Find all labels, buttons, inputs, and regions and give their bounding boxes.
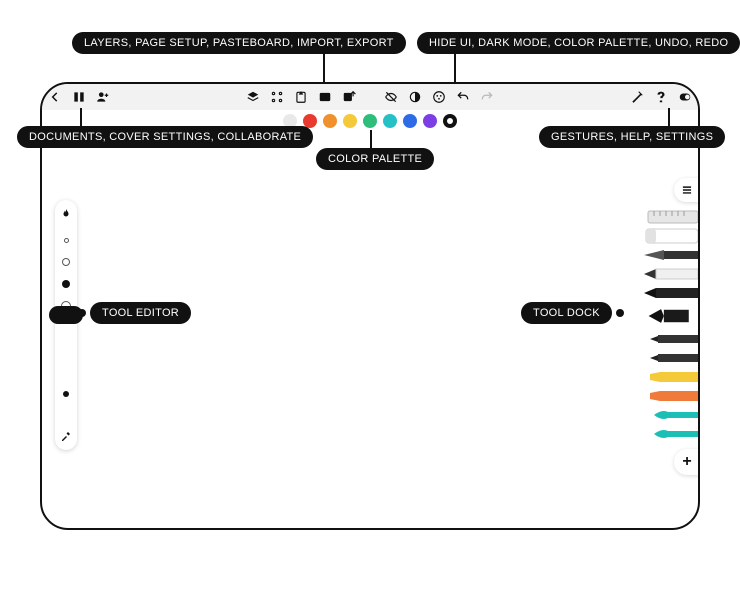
leader-dot [616, 309, 624, 317]
swatch-green[interactable] [363, 114, 377, 128]
leader [80, 108, 82, 126]
documents-icon[interactable] [72, 90, 86, 104]
dock-tab[interactable] [674, 178, 700, 202]
callout-color-palette: COLOR PALETTE [316, 148, 434, 170]
tool-editor-panel [55, 200, 77, 450]
pencil-dark-tool[interactable] [642, 284, 698, 302]
brush-teal2-tool[interactable] [652, 425, 698, 443]
callout-tool-editor: TOOL EDITOR [90, 302, 191, 324]
fineliner-tool[interactable] [648, 330, 698, 348]
swatch-blue[interactable] [403, 114, 417, 128]
plus-icon: + [682, 453, 691, 471]
dark-mode-icon[interactable] [408, 90, 422, 104]
fineliner2-tool[interactable] [648, 349, 698, 367]
callout-right-group: GESTURES, HELP, SETTINGS [539, 126, 725, 148]
slider-dot[interactable] [60, 388, 72, 400]
leader [668, 108, 670, 126]
knife-tool[interactable] [642, 246, 698, 264]
leader [323, 54, 325, 84]
size-1[interactable] [60, 234, 72, 246]
color-palette [283, 114, 457, 128]
add-tool-button[interactable]: + [674, 449, 700, 475]
brush-teal-tool[interactable] [652, 406, 698, 424]
swatch-purple[interactable] [423, 114, 437, 128]
gestures-icon[interactable] [630, 90, 644, 104]
import-icon[interactable] [318, 90, 332, 104]
pasteboard-icon[interactable] [294, 90, 308, 104]
toolbar-left-group [48, 90, 110, 104]
toolbar-center-group [246, 90, 356, 104]
palette-icon[interactable] [432, 90, 446, 104]
size-3[interactable] [60, 278, 72, 290]
marker-orange-tool[interactable] [648, 387, 698, 405]
leader [454, 54, 456, 84]
collaborate-icon[interactable] [96, 90, 110, 104]
toolbar-right-group [630, 90, 692, 104]
pencil-light-tool[interactable] [642, 265, 698, 283]
menu-icon [680, 183, 694, 197]
nib-pen-tool[interactable] [638, 303, 698, 329]
eraser-tool[interactable] [642, 227, 698, 245]
flame-icon[interactable] [60, 208, 72, 220]
dock-tools [638, 208, 698, 443]
swatch-yellow[interactable] [343, 114, 357, 128]
callout-left-group: DOCUMENTS, COVER SETTINGS, COLLABORATE [17, 126, 313, 148]
undo-icon[interactable] [456, 90, 470, 104]
redo-icon[interactable] [480, 90, 494, 104]
settings-icon[interactable] [678, 90, 692, 104]
help-icon[interactable] [654, 90, 668, 104]
callout-top-right: HIDE UI, DARK MODE, COLOR PALETTE, UNDO,… [417, 32, 740, 54]
hide-ui-icon[interactable] [384, 90, 398, 104]
export-icon[interactable] [342, 90, 356, 104]
swatch-custom[interactable] [443, 114, 457, 128]
top-toolbar [42, 84, 698, 110]
toolbar-center2-group [384, 90, 494, 104]
leader [370, 130, 372, 148]
page-setup-icon[interactable] [270, 90, 284, 104]
layers-icon[interactable] [246, 90, 260, 104]
size-2[interactable] [60, 256, 72, 268]
eyedropper-icon[interactable] [60, 430, 72, 442]
callout-tool-dock: TOOL DOCK [521, 302, 612, 324]
swatch-orange[interactable] [323, 114, 337, 128]
back-icon[interactable] [48, 90, 62, 104]
ruler-tool[interactable] [642, 208, 698, 226]
highlighter-yellow-tool[interactable] [648, 368, 698, 386]
callout-top-left: LAYERS, PAGE SETUP, PASTEBOARD, IMPORT, … [72, 32, 406, 54]
swatch-teal[interactable] [383, 114, 397, 128]
tool-dock: + [638, 178, 698, 475]
leader-dot [78, 309, 86, 317]
